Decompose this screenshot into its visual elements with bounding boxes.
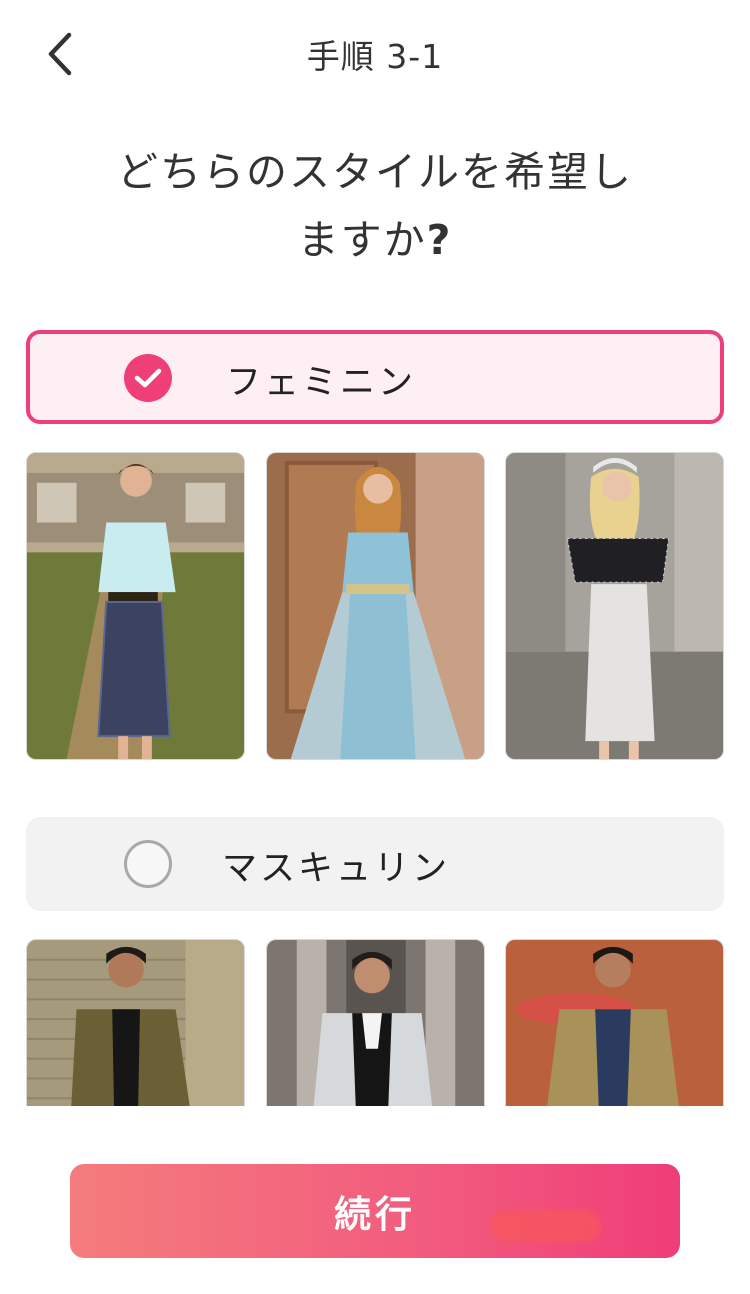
continue-button[interactable]: 続行 [70,1164,680,1258]
option-label-masculine: マスキュリン [222,849,451,889]
question-text: ますか [297,216,427,264]
feminine-photo-1[interactable] [26,452,245,760]
question-mark: ? [426,216,453,264]
question-line-1: どちらのスタイルを希望し [117,148,633,196]
option-label-feminine: フェミニン [226,363,417,403]
continue-button-label: 続行 [334,1193,416,1236]
masculine-photo-row [26,939,724,1107]
question-line-2: ますか? [60,206,690,274]
option-masculine[interactable]: マスキュリン [26,817,724,911]
radio-empty-icon [124,840,172,888]
feminine-photo-row [26,452,724,760]
check-circle-icon [124,354,172,402]
step-title: 手順 3-1 [306,37,444,76]
masculine-photo-1[interactable] [26,939,245,1107]
masculine-photo-3[interactable] [505,939,724,1107]
feminine-photo-2[interactable] [265,452,485,760]
top-bar: 手順 3-1 [0,0,750,110]
button-highlight [490,1210,600,1242]
feminine-photo-3[interactable] [505,452,724,760]
option-feminine[interactable]: フェミニン [26,330,724,424]
question-heading: どちらのスタイルを希望し ますか? [60,138,690,274]
masculine-photo-2[interactable] [265,939,485,1107]
